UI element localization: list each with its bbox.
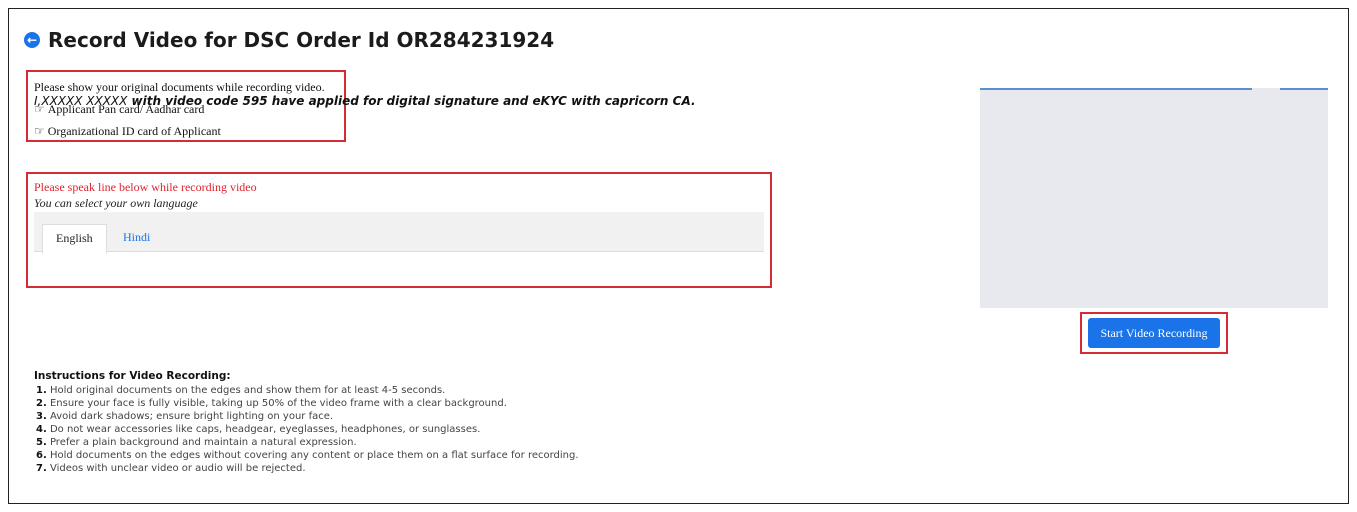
- speak-statement: I,XXXXX XXXXX with video code 595 have a…: [34, 94, 696, 108]
- instruction-item: 1. Hold original documents on the edges …: [36, 385, 446, 396]
- video-tick: [1252, 88, 1280, 91]
- page-header: ← Record Video for DSC Order Id OR284231…: [24, 28, 554, 52]
- instruction-item: 2. Ensure your face is fully visible, ta…: [36, 398, 507, 409]
- applicant-name-placeholder: I,XXXXX XXXXX: [34, 94, 128, 108]
- document-item: ☞ Organizational ID card of Applicant: [34, 123, 338, 145]
- instruction-item: 3. Avoid dark shadows; ensure bright lig…: [36, 411, 334, 422]
- instructions-heading: Instructions for Video Recording:: [34, 370, 231, 382]
- document-item-label: Organizational ID card of Applicant: [47, 124, 221, 138]
- pointing-hand-icon: ☞: [34, 124, 45, 138]
- tab-hindi[interactable]: Hindi: [110, 224, 163, 254]
- language-note: You can select your own language: [34, 196, 198, 210]
- language-tabs: English Hindi: [34, 212, 764, 254]
- arrow-left-circle-icon[interactable]: ←: [24, 32, 40, 48]
- instruction-item: 6. Hold documents on the edges without c…: [36, 450, 579, 461]
- tab-english[interactable]: English: [42, 224, 107, 254]
- page-title: Record Video for DSC Order Id OR28423192…: [48, 28, 555, 52]
- instruction-item: 5. Prefer a plain background and maintai…: [36, 437, 357, 448]
- speak-line-box: Please speak line below while recording …: [26, 172, 772, 288]
- instructions-section: Instructions for Video Recording: 1. Hol…: [34, 370, 794, 475]
- speak-prompt: Please speak line below while recording …: [34, 180, 257, 194]
- statement-text: with video code 595 have applied for dig…: [127, 94, 696, 108]
- instruction-item: 7. Videos with unclear video or audio wi…: [36, 463, 306, 474]
- start-recording-button[interactable]: Start Video Recording: [1088, 318, 1220, 348]
- video-preview: [980, 88, 1328, 308]
- instruction-item: 4. Do not wear accessories like caps, he…: [36, 424, 481, 435]
